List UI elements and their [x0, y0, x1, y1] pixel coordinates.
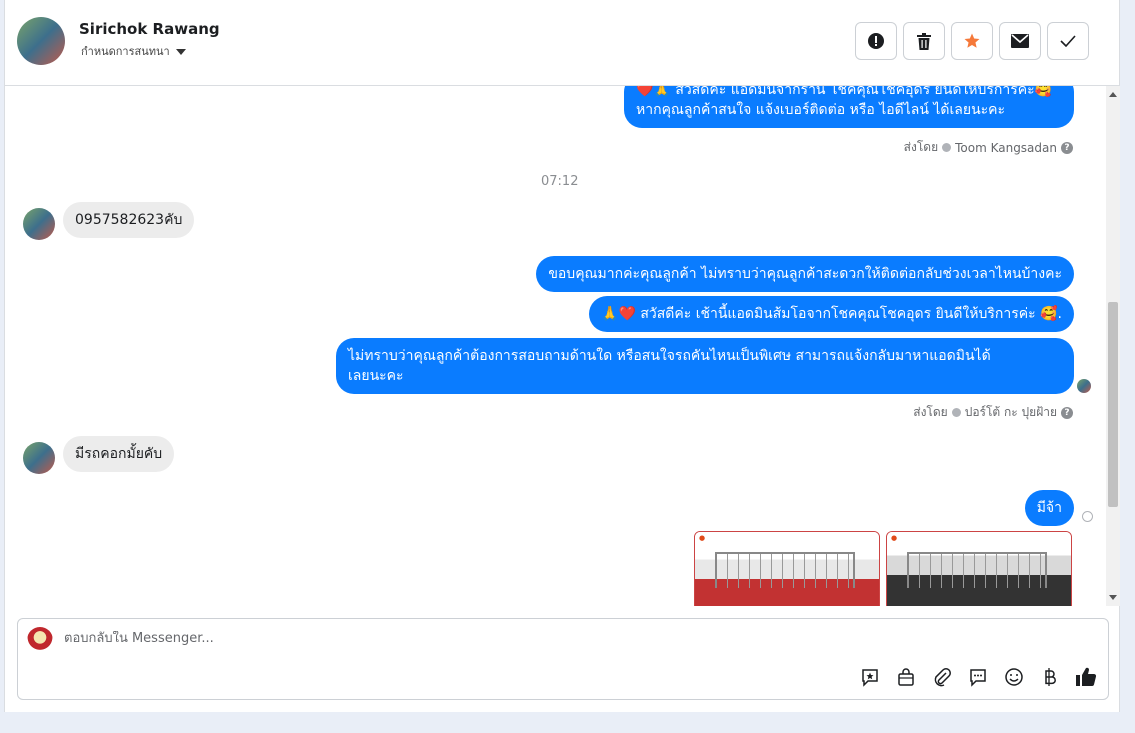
verified-icon: [942, 143, 952, 152]
shop-button[interactable]: [894, 665, 918, 689]
shop-icon: [898, 668, 914, 686]
mark-spam-button[interactable]: [855, 22, 897, 60]
caret-down-icon: [175, 49, 186, 55]
contact-name[interactable]: Sirichok Rawang: [79, 20, 220, 38]
reply-input[interactable]: [64, 631, 764, 646]
message-thread[interactable]: ❤️🙏 สวัสดีค่ะ แอดมินจากร้าน โชคคุณโชคอุด…: [5, 86, 1105, 606]
schedule-label: กำหนดการสนทนา: [81, 45, 170, 58]
cage-rack-image: [715, 552, 855, 588]
cage-rack-image: [907, 552, 1047, 588]
reply-composer: [17, 618, 1109, 700]
outgoing-message[interactable]: ขอบคุณมากค่ะคุณลูกค้า ไม่ทราบว่าคุณลูกค้…: [536, 256, 1074, 292]
star-button[interactable]: [951, 22, 993, 60]
header-actions: [855, 22, 1089, 60]
emoji-button[interactable]: [1002, 665, 1026, 689]
conversation-header: Sirichok Rawang กำหนดการสนทนา: [5, 0, 1119, 86]
attach-icon: [934, 668, 951, 687]
mark-unread-button[interactable]: [999, 22, 1041, 60]
attach-button[interactable]: [930, 665, 954, 689]
help-icon[interactable]: ?: [1061, 406, 1073, 419]
customer-avatar: [23, 442, 55, 474]
scroll-thumb[interactable]: [1108, 302, 1118, 507]
outgoing-message[interactable]: ❤️🙏 สวัสดีค่ะ แอดมินจากร้าน โชคคุณโชคอุด…: [624, 86, 1074, 128]
incoming-message[interactable]: มีรถคอกมั้ยคับ: [63, 436, 175, 472]
sender-name: Toom Kangsadan: [955, 140, 1057, 155]
emoji-icon: [1005, 668, 1023, 686]
like-icon: [1076, 667, 1097, 687]
schedule-dropdown[interactable]: กำหนดการสนทนา: [81, 42, 186, 60]
delete-button[interactable]: [903, 22, 945, 60]
logo-icon: ●: [891, 534, 898, 542]
outgoing-message[interactable]: ไม่ทราบว่าคุณลูกค้าต้องการสอบถามด้านใด ห…: [336, 338, 1074, 394]
quick-reply-button[interactable]: [966, 665, 990, 689]
message-line: ไม่ทราบว่าคุณลูกค้าต้องการสอบถามด้านใด ห…: [348, 348, 991, 364]
car-photo[interactable]: ●: [886, 531, 1072, 606]
payment-button[interactable]: [1038, 665, 1062, 689]
contact-avatar[interactable]: [17, 17, 65, 65]
saved-reply-button[interactable]: [858, 665, 882, 689]
message-line: ❤️🙏 สวัสดีค่ะ แอดมินจากร้าน โชคคุณโชคอุด…: [636, 86, 1053, 98]
outgoing-message[interactable]: 🙏❤️ สวัสดีค่ะ เช้านี้แอดมินส้มโอจากโชคคุ…: [589, 296, 1074, 332]
message-line: เลยนะคะ: [348, 368, 404, 384]
seen-avatar: [1077, 379, 1091, 393]
incoming-message[interactable]: 0957582623คับ: [63, 202, 195, 238]
page-avatar: [27, 627, 53, 653]
timestamp: 07:12: [541, 174, 579, 189]
message-line: หากคุณลูกค้าสนใจ แจ้งเบอร์ติดต่อ หรือ ไอ…: [636, 102, 1006, 118]
sent-by-label: ส่งโดย: [903, 140, 939, 154]
composer-tools: [858, 665, 1098, 689]
like-button[interactable]: [1074, 665, 1098, 689]
star-icon: [964, 33, 980, 48]
sender-name: ปอร์โต้ กะ ปุยฝ้าย: [964, 405, 1057, 419]
sent-by-info: ส่งโดย ปอร์โต้ กะ ปุยฝ้าย ?: [913, 403, 1073, 422]
scroll-up-icon[interactable]: [1109, 92, 1117, 97]
mark-done-button[interactable]: [1047, 22, 1089, 60]
scroll-down-icon[interactable]: [1109, 595, 1117, 600]
baht-icon: [1045, 668, 1056, 686]
check-icon: [1060, 35, 1076, 47]
verified-icon: [951, 408, 961, 417]
alert-icon: [868, 33, 884, 49]
chat-icon: [970, 669, 986, 687]
thread-scrollbar[interactable]: [1106, 86, 1120, 606]
sticker-icon: [862, 669, 878, 687]
car-photo[interactable]: ●: [694, 531, 880, 606]
outgoing-message[interactable]: มีจ้า: [1024, 490, 1074, 526]
envelope-icon: [1011, 34, 1029, 48]
logo-icon: ●: [699, 534, 706, 542]
help-icon[interactable]: ?: [1061, 141, 1073, 154]
sent-status-icon: [1082, 511, 1093, 522]
sent-by-label: ส่งโดย: [913, 405, 948, 419]
sent-by-info: ส่งโดย Toom Kangsadan ?: [904, 138, 1073, 157]
conversation-panel: Sirichok Rawang กำหนดการสนทนา ❤️🙏 สวัสดี…: [4, 0, 1120, 712]
trash-icon: [917, 32, 931, 50]
customer-avatar: [23, 208, 55, 240]
